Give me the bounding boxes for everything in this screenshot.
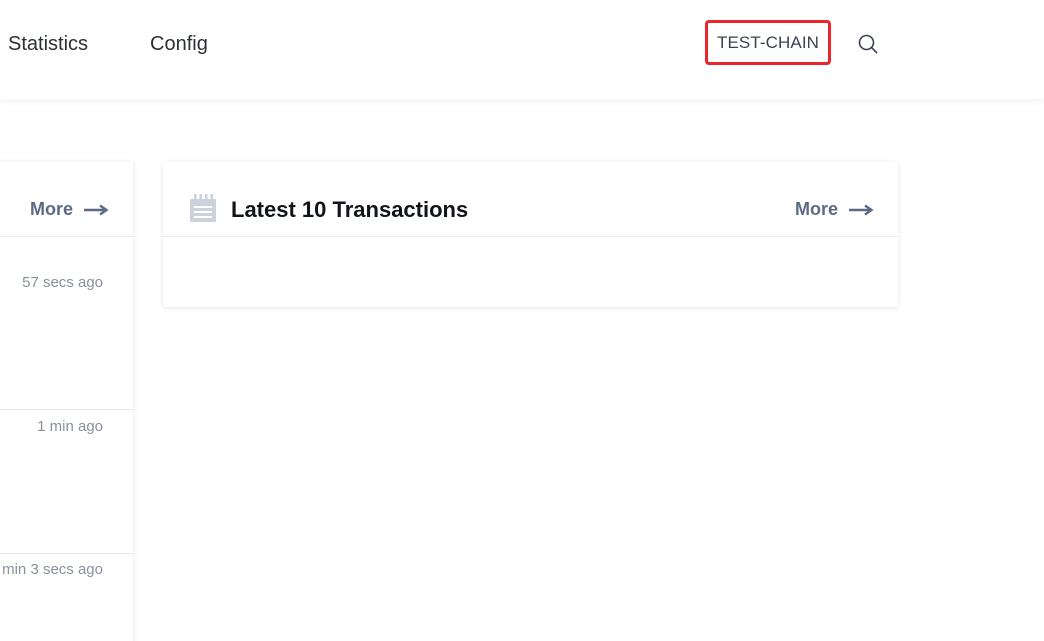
transactions-more-link[interactable]: More	[795, 199, 874, 220]
arrow-right-icon	[84, 204, 109, 215]
top-header: Statistics Config TEST-CHAIN	[0, 0, 1044, 99]
block-time: min 3 secs ago	[2, 561, 103, 578]
chain-selector[interactable]: TEST-CHAIN	[705, 20, 831, 65]
row-divider	[0, 553, 133, 554]
transactions-more-label: More	[795, 199, 839, 219]
latest-blocks-card: More 57 secs ago 1 min ago min 3 secs ag…	[0, 162, 133, 641]
block-time: 57 secs ago	[22, 274, 103, 291]
latest-blocks-card-header: More	[0, 162, 133, 237]
search-icon	[858, 34, 878, 54]
blocks-more-label: More	[30, 199, 74, 219]
latest-transactions-card-header: Latest 10 Transactions More	[163, 162, 898, 237]
row-divider	[0, 409, 133, 410]
calendar-icon	[190, 194, 216, 222]
nav-statistics[interactable]: Statistics	[8, 33, 88, 55]
search-button[interactable]	[855, 31, 881, 57]
latest-transactions-card: Latest 10 Transactions More	[163, 162, 898, 307]
arrow-right-icon	[849, 204, 874, 215]
nav-config[interactable]: Config	[150, 33, 208, 55]
blocks-more-link[interactable]: More	[30, 199, 109, 220]
transactions-title: Latest 10 Transactions	[231, 197, 469, 222]
page: Statistics Config TEST-CHAIN More 57 sec…	[0, 0, 1044, 641]
block-time: 1 min ago	[37, 418, 103, 435]
